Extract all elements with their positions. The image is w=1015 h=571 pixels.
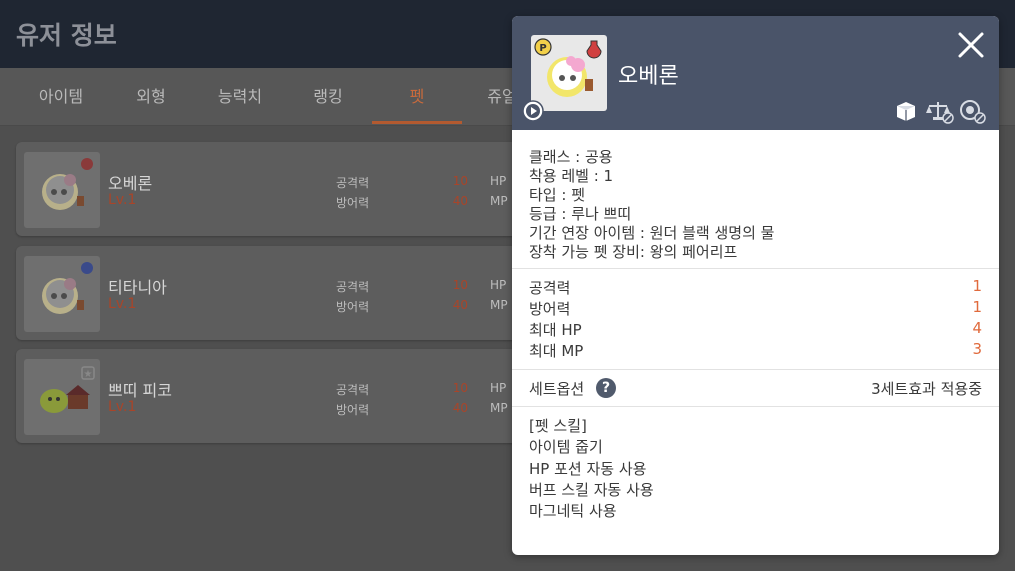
stat-label: 공격력 [336, 280, 370, 294]
set-option-status: 3세트효과 적용중 [871, 380, 982, 398]
help-icon[interactable]: ? [596, 378, 616, 398]
box-icon[interactable] [892, 98, 920, 124]
stat-label: 방어력 [336, 196, 370, 210]
stat-label: 방어력 [336, 403, 370, 417]
tab-appearance[interactable]: 외형 [106, 68, 196, 126]
divider [512, 268, 999, 269]
stat-maxhp-label: 최대 HP [529, 321, 582, 339]
popup-pet-name: 오베론 [618, 64, 679, 89]
stat-defense-label: 방어력 [529, 300, 571, 318]
petit-pico-pet-icon: ★ [40, 366, 95, 413]
stat-defense-value: 1 [972, 298, 982, 316]
stat-maxhp-value: 4 [972, 319, 982, 337]
skill-item: 마그네틱 사용 [529, 502, 617, 520]
info-extension-item: 기간 연장 아이템 : 원더 블랙 생명의 물 [529, 224, 775, 242]
info-class: 클래스 : 공용 [529, 148, 613, 166]
page-title: 유저 정보 [16, 21, 117, 50]
stat-maxmp-value: 3 [972, 340, 982, 358]
pet-detail-popup: P 오베론 클래스: 공용 착용 레벨: 1 타입: 펫 등급: 루나 … [512, 16, 999, 555]
pet-level: Lv.1 [108, 192, 137, 208]
svg-text:★: ★ [84, 369, 93, 380]
tab-items[interactable]: 아이템 [16, 68, 106, 126]
close-icon[interactable] [954, 28, 988, 62]
stat-value: 40 [452, 401, 468, 415]
stat-value: 40 [452, 194, 468, 208]
tab-stats[interactable]: 능력치 [196, 68, 284, 126]
stat-key: HP [490, 381, 507, 395]
pet-name: 오베론 [108, 174, 153, 193]
stat-value: 40 [452, 298, 468, 312]
stat-value: 10 [452, 278, 468, 292]
stat-value: 10 [452, 381, 468, 395]
skill-item: HP 포션 자동 사용 [529, 460, 647, 478]
stat-label: 방어력 [336, 300, 370, 314]
stat-key: HP [490, 278, 507, 292]
skill-item: 버프 스킬 자동 사용 [529, 481, 654, 499]
gear-lock-icon[interactable] [958, 98, 986, 124]
stat-key: HP [490, 174, 507, 188]
tab-active-indicator [372, 121, 462, 124]
play-icon[interactable] [521, 99, 545, 123]
stat-key: MP [490, 401, 508, 415]
tab-pet[interactable]: 펫 [372, 68, 462, 126]
tab-ranking[interactable]: 랭킹 [284, 68, 372, 126]
pet-level: Lv.1 [108, 399, 137, 415]
set-option-label: 세트옵션 [529, 380, 585, 398]
svg-text:P: P [539, 43, 546, 54]
pet-card-petit-pico[interactable]: ★ 쁘띠 피코 Lv.1 공격력 10 HP 방어력 40 MP [16, 349, 536, 443]
info-type: 타입 : 펫 [529, 186, 585, 204]
pet-thumbnail [24, 256, 100, 332]
stat-label: 공격력 [336, 383, 370, 397]
stat-key: MP [490, 194, 508, 208]
stat-value: 10 [452, 174, 468, 188]
pet-thumbnail [24, 152, 100, 228]
stat-maxmp-label: 최대 MP [529, 342, 584, 360]
divider [512, 369, 999, 370]
pet-level: Lv.1 [108, 296, 137, 312]
skill-item: 아이템 줍기 [529, 438, 603, 456]
skill-header: [펫 스킬] [529, 417, 587, 435]
divider [512, 406, 999, 407]
info-level: 착용 레벨 : 1 [529, 167, 614, 185]
scale-icon[interactable] [926, 98, 954, 124]
pet-card-oberon[interactable]: 오베론 Lv.1 공격력 10 HP 방어력 40 MP [16, 142, 536, 236]
stat-label: 공격력 [336, 176, 370, 190]
pet-name: 쁘띠 피코 [108, 381, 172, 400]
pet-card-titania[interactable]: 티타니아 Lv.1 공격력 10 HP 방어력 40 MP [16, 246, 536, 340]
info-grade: 등급 : 루나 쁘띠 [529, 205, 632, 223]
stat-attack-value: 1 [972, 277, 982, 295]
info-equip: 장착 가능 펫 장비: 왕의 페어리프 [529, 243, 738, 261]
titania-pet-icon [42, 262, 93, 314]
stat-key: MP [490, 298, 508, 312]
pet-name: 티타니아 [108, 278, 167, 297]
oberon-pet-icon [42, 158, 93, 210]
pet-thumbnail: ★ [24, 359, 100, 435]
stat-attack-label: 공격력 [529, 279, 571, 297]
popup-header: P 오베론 [512, 16, 999, 130]
